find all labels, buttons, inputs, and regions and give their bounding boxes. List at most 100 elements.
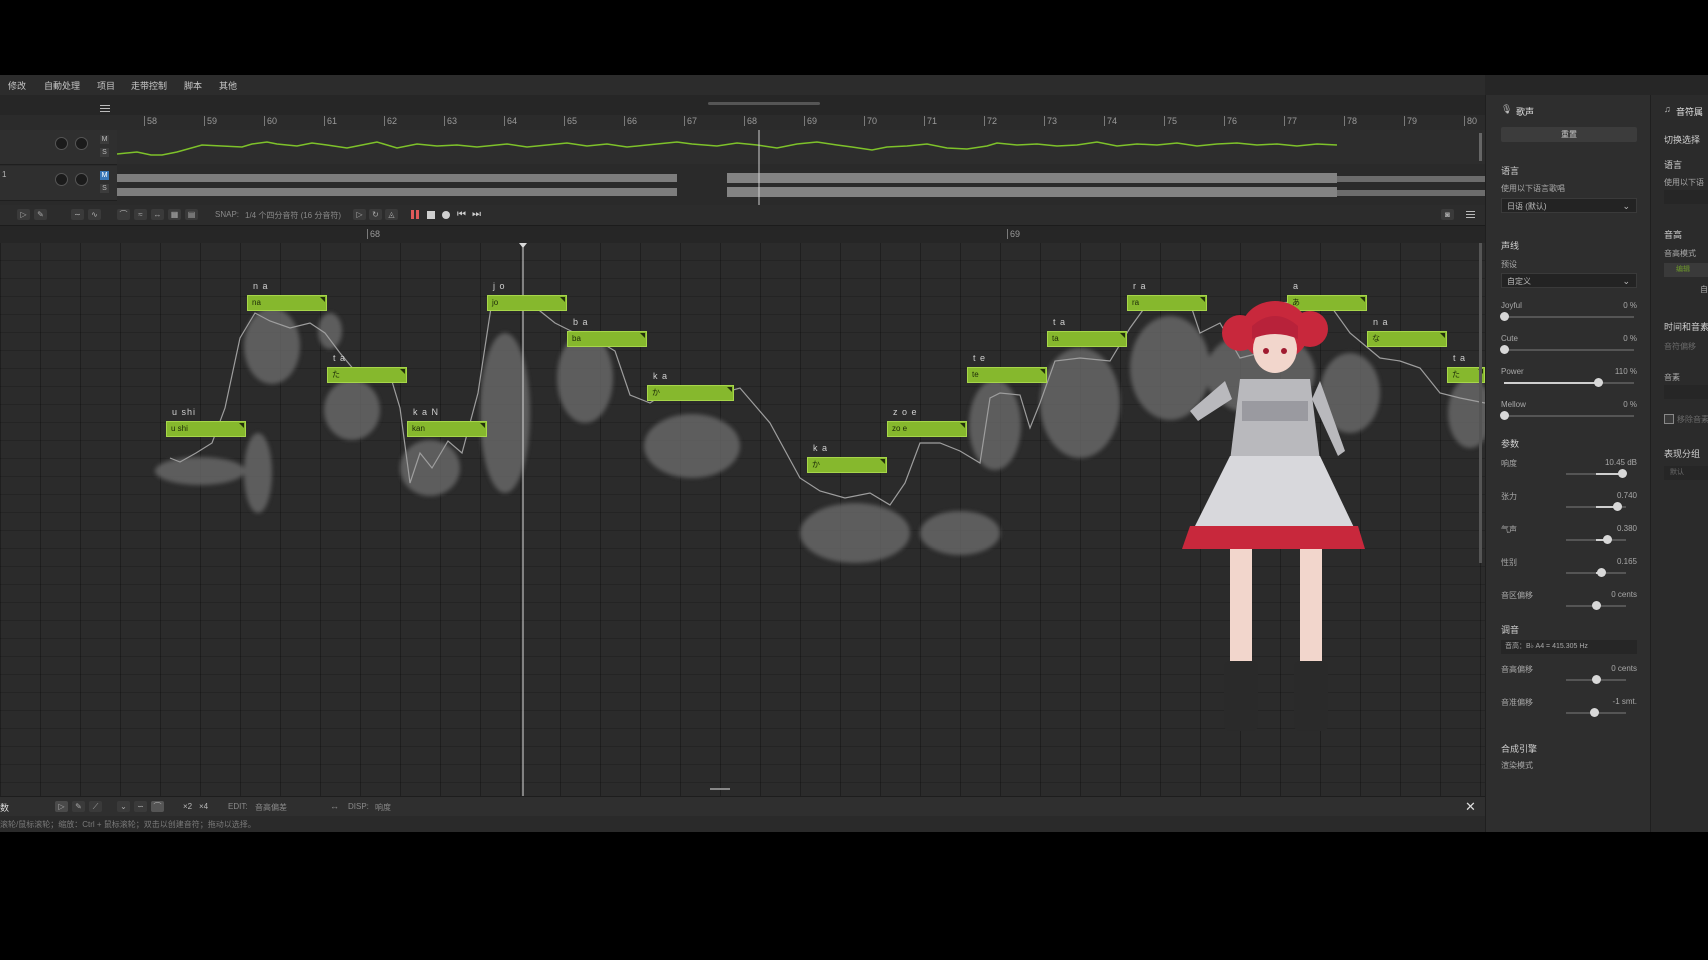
- skip-back-icon[interactable]: ⏮: [457, 209, 466, 220]
- solo-button[interactable]: S: [100, 184, 109, 193]
- piano-roll-ruler[interactable]: 68 69: [0, 226, 1485, 243]
- remove-phoneme-checkbox[interactable]: [1664, 414, 1674, 424]
- volume-knob[interactable]: [55, 173, 68, 186]
- edit-param-dropdown[interactable]: 音高偏差: [255, 802, 287, 813]
- note-block[interactable]: na: [247, 295, 327, 311]
- note-block[interactable]: kan: [407, 421, 487, 437]
- slider-thumb[interactable]: [1602, 535, 1612, 544]
- playback-mode-icon[interactable]: ▷: [353, 209, 366, 220]
- mute-button[interactable]: M: [100, 135, 109, 144]
- stop-icon[interactable]: [427, 211, 435, 219]
- piano-roll-grid[interactable]: u shi u shi n a na t a た k a N kan j o j…: [0, 243, 1485, 796]
- track-overview[interactable]: [117, 130, 1485, 205]
- slider-thumb[interactable]: [1613, 502, 1623, 511]
- remove-phoneme-label: 移除音素: [1677, 415, 1708, 424]
- slider-thumb[interactable]: [1593, 378, 1603, 387]
- curve-tool-icon[interactable]: ∼: [71, 209, 84, 220]
- vibrato-tool-icon[interactable]: ≈: [134, 209, 147, 220]
- arrangement-ruler[interactable]: 58 59 60 61 62 63 64 65 66 67 68 69 70 7…: [0, 115, 1485, 130]
- menu-auto-process[interactable]: 自動处理: [44, 79, 80, 92]
- param-pencil-icon[interactable]: ✎: [72, 801, 85, 812]
- menu-transport[interactable]: 走带控制: [131, 79, 167, 92]
- skip-forward-icon[interactable]: ⏭: [472, 209, 481, 220]
- track-header[interactable]: M S: [0, 130, 117, 165]
- zoom-x2-button[interactable]: ×2: [183, 802, 192, 811]
- pencil-tool-icon[interactable]: ✎: [34, 209, 47, 220]
- toolbar-menu-icon[interactable]: [1466, 211, 1475, 219]
- grid-tool-icon[interactable]: ▦: [168, 209, 181, 220]
- pause-icon[interactable]: [411, 210, 419, 219]
- slider-track[interactable]: [1504, 316, 1634, 318]
- note-block[interactable]: ba: [567, 331, 647, 347]
- param-curve-icon[interactable]: ∽: [134, 801, 147, 812]
- menu-script[interactable]: 脚本: [184, 79, 202, 92]
- resize-handle[interactable]: [710, 788, 730, 790]
- param-value: 0.740: [1616, 491, 1637, 500]
- menu-modify[interactable]: 修改: [8, 79, 26, 92]
- camera-icon[interactable]: ◙: [1441, 209, 1454, 220]
- close-icon[interactable]: ✕: [1465, 799, 1476, 815]
- slider-thumb[interactable]: [1592, 675, 1601, 684]
- note-block[interactable]: か: [807, 457, 887, 473]
- pitch-mode-button[interactable]: 编辑: [1664, 263, 1708, 277]
- slider-thumb[interactable]: [1500, 312, 1509, 321]
- param-line-icon[interactable]: ⟋: [89, 801, 102, 812]
- note-block[interactable]: u shi: [166, 421, 246, 437]
- pan-knob[interactable]: [75, 173, 88, 186]
- metronome-icon[interactable]: ◬: [385, 209, 398, 220]
- pitch-auto-label: 自: [1700, 285, 1708, 294]
- slider-thumb[interactable]: [1596, 568, 1606, 577]
- language-dropdown[interactable]: 日语 (默认) ⌄: [1501, 198, 1637, 213]
- reset-button[interactable]: 重置: [1501, 127, 1637, 142]
- slider-track[interactable]: [1504, 349, 1634, 351]
- note-block[interactable]: zo e: [887, 421, 967, 437]
- select-tool-icon[interactable]: ▷: [17, 209, 30, 220]
- volume-knob[interactable]: [55, 137, 68, 150]
- disp-param-dropdown[interactable]: 响度: [375, 802, 391, 813]
- slider-fill: [1504, 382, 1598, 384]
- note-block[interactable]: jo: [487, 295, 567, 311]
- note-block[interactable]: か: [647, 385, 734, 401]
- zoom-x4-button[interactable]: ×4: [199, 802, 208, 811]
- slider-thumb[interactable]: [1617, 469, 1627, 478]
- note-block[interactable]: ta: [1047, 331, 1127, 347]
- menu-project[interactable]: 项目: [97, 79, 115, 92]
- vertical-scrollbar[interactable]: [1479, 243, 1482, 563]
- param-smooth-icon[interactable]: ⌒: [151, 801, 164, 812]
- solo-button[interactable]: S: [100, 148, 109, 157]
- slider-thumb[interactable]: [1589, 708, 1599, 717]
- horizontal-scrollbar[interactable]: [708, 102, 820, 105]
- arrangement-header: [0, 95, 1485, 115]
- panel2-pitch-title: 音高: [1664, 230, 1683, 240]
- note-block[interactable]: た: [327, 367, 407, 383]
- panel2-language-dropdown[interactable]: [1664, 190, 1708, 204]
- param-curve-down-icon[interactable]: ⌄: [117, 801, 130, 812]
- param-select-tool-icon[interactable]: ▷: [55, 801, 68, 812]
- tuning-field[interactable]: 音高：B♭ A4 = 415.305 Hz: [1501, 640, 1637, 654]
- swap-icon[interactable]: ↔: [330, 801, 339, 811]
- preset-dropdown[interactable]: 自定义 ⌄: [1501, 273, 1637, 288]
- phoneme-field[interactable]: [1664, 385, 1708, 399]
- pan-knob[interactable]: [75, 137, 88, 150]
- expression-group-dropdown[interactable]: 默认: [1664, 466, 1708, 480]
- track-menu-icon[interactable]: [100, 105, 110, 113]
- slider-thumb[interactable]: [1500, 411, 1509, 420]
- split-tool-icon[interactable]: ↔: [151, 209, 164, 220]
- slider-thumb[interactable]: [1592, 601, 1601, 610]
- switch-selection-label[interactable]: 切换选择: [1664, 133, 1700, 146]
- pitch-tool-icon[interactable]: ⌒: [117, 209, 130, 220]
- line-tool-icon[interactable]: ∿: [88, 209, 101, 220]
- loop-icon[interactable]: ↻: [369, 209, 382, 220]
- record-icon[interactable]: [442, 211, 450, 219]
- note-phoneme: u shi: [172, 407, 197, 417]
- note-phoneme: k a: [813, 443, 829, 453]
- slider-track[interactable]: [1504, 415, 1634, 417]
- mute-button[interactable]: M: [100, 171, 109, 180]
- snap-tool-icon[interactable]: ▤: [185, 209, 198, 220]
- note-block[interactable]: te: [967, 367, 1047, 383]
- menu-other[interactable]: 其他: [219, 79, 237, 92]
- snap-dropdown[interactable]: 1/4 个四分音符 (16 分音符): [245, 210, 341, 221]
- track-header[interactable]: 1 M S: [0, 166, 117, 201]
- slider-thumb[interactable]: [1500, 345, 1509, 354]
- note-phoneme: t a: [333, 353, 347, 363]
